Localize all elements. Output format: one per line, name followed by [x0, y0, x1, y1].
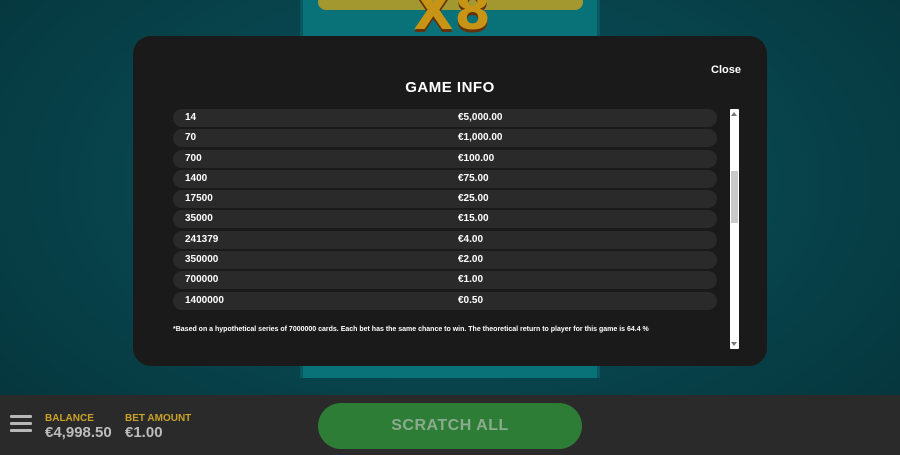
modal-scrollbar[interactable] — [730, 109, 739, 349]
row-prize: €0.50 — [458, 294, 484, 306]
bet-amount-label: BET AMOUNT — [125, 413, 192, 424]
scroll-up-icon[interactable] — [731, 112, 737, 116]
row-count: 350000 — [185, 254, 219, 266]
balance-label: BALANCE — [45, 413, 94, 424]
row-prize: €75.00 — [458, 172, 489, 184]
row-prize: €5,000.00 — [458, 112, 503, 123]
row-count: 700 — [185, 152, 202, 164]
scroll-down-icon[interactable] — [731, 342, 737, 346]
scratch-all-button[interactable]: SCRATCH ALL — [318, 403, 582, 449]
paytable: 14 €5,000.00 70 €1,000.00 700 €100.00 1400 €… — [173, 109, 717, 312]
row-prize: €2.00 — [458, 254, 484, 266]
menu-icon[interactable] — [10, 415, 32, 433]
row-count: 14 — [185, 112, 197, 123]
paytable-row: 700000 €1.00 — [173, 271, 717, 290]
row-count: 70 — [185, 132, 197, 144]
paytable-row: 17500 €25.00 — [173, 190, 717, 209]
row-count: 35000 — [185, 213, 213, 225]
game-info-modal: GAME INFO Close 14 €5,000.00 70 €1,000.00 … — [133, 36, 767, 366]
row-count: 241379 — [185, 233, 219, 245]
close-button[interactable]: Close — [711, 64, 741, 76]
row-count: 1400 — [185, 172, 208, 184]
paytable-row: 35000 €15.00 — [173, 210, 717, 229]
row-prize: €15.00 — [458, 213, 489, 225]
paytable-row: 700 €100.00 — [173, 149, 717, 168]
modal-title: GAME INFO — [405, 79, 495, 96]
bet-amount-value[interactable]: €1.00 — [125, 424, 163, 441]
paytable-row: 1400000 €0.50 — [173, 291, 717, 310]
paytable-row: 1400 €75.00 — [173, 169, 717, 188]
row-prize: €1,000.00 — [458, 132, 503, 144]
row-prize: €100.00 — [458, 152, 495, 164]
row-count: 700000 — [185, 274, 219, 286]
paytable-row: 70 €1,000.00 — [173, 129, 717, 148]
row-prize: €25.00 — [458, 193, 489, 205]
paytable-row: 350000 €2.00 — [173, 251, 717, 270]
paytable-row: 241379 €4.00 — [173, 230, 717, 249]
bottom-control-bar: BALANCE €4,998.50 BET AMOUNT €1.00 SCRAT… — [0, 395, 900, 455]
balance-value: €4,998.50 — [45, 424, 112, 441]
row-prize: €1.00 — [458, 274, 484, 286]
row-prize: €4.00 — [458, 233, 484, 245]
row-count: 1400000 — [185, 294, 224, 306]
row-count: 17500 — [185, 193, 213, 205]
rtp-footnote: *Based on a hypothetical series of 70000… — [173, 326, 649, 333]
paytable-row: 14 €5,000.00 — [173, 109, 717, 127]
scrollbar-thumb[interactable] — [731, 171, 738, 223]
